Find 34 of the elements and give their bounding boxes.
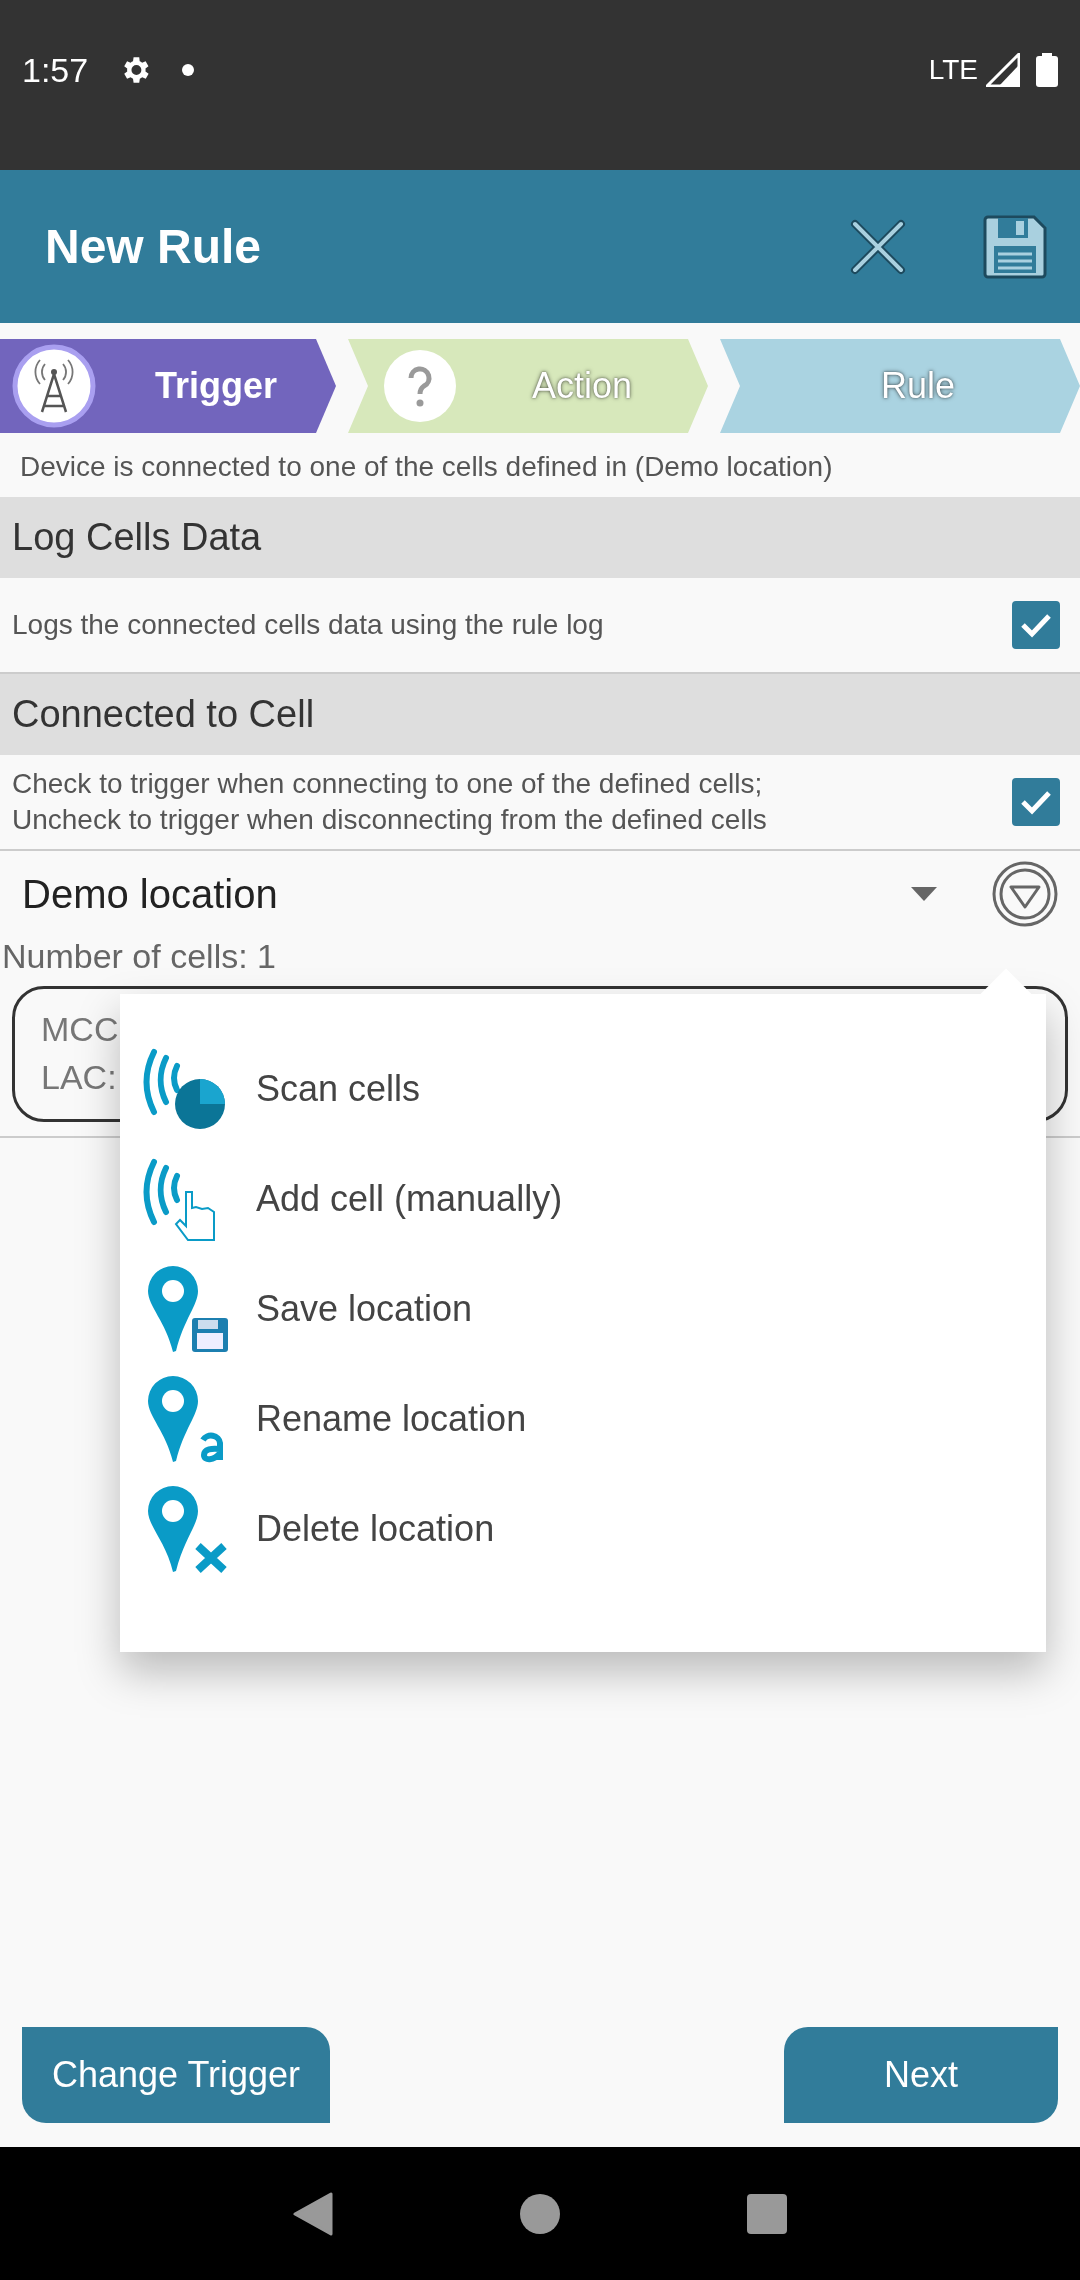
question-icon <box>384 350 456 422</box>
dot-icon <box>182 64 195 76</box>
checkbox[interactable] <box>1012 601 1060 649</box>
battery-icon <box>1036 53 1058 87</box>
save-icon[interactable] <box>982 213 1048 280</box>
home-icon[interactable] <box>520 2193 560 2234</box>
menu-item[interactable]: Delete location <box>120 1474 1046 1584</box>
screen-title: New Rule <box>45 219 263 274</box>
clock: 1:57 <box>22 50 89 90</box>
cell-info: MCC <box>41 1009 119 1051</box>
section-title: Connected to Cell <box>12 693 315 736</box>
cell-info: LAC: <box>41 1057 117 1098</box>
location-dropdown[interactable]: Demo location <box>22 871 937 917</box>
section-title: Log Cells Data <box>12 516 262 559</box>
trigger-description: Device is connected to one of the cells defined in (Demo location) <box>19 450 834 484</box>
dropdown-arrow-icon <box>911 887 937 901</box>
next-button[interactable]: Next <box>784 2027 1058 2123</box>
close-icon[interactable] <box>849 217 907 276</box>
menu-item[interactable]: Scan cells <box>120 1034 1046 1144</box>
change-trigger-button[interactable]: Change Trigger <box>22 2027 330 2123</box>
antenna-tower-icon <box>12 344 96 428</box>
checkbox[interactable] <box>1012 778 1060 826</box>
cell-count: Number of cells: 1 <box>1 937 277 976</box>
menu-item[interactable]: Add cell (manually) <box>120 1144 1046 1254</box>
option-description: Check to trigger when connecting to one of the defined cells; Uncheck to trigger when disconnecting from the defined cells <box>12 766 768 837</box>
recents-icon[interactable] <box>746 2193 787 2234</box>
network-type: LTE <box>928 54 978 86</box>
step-tab[interactable]: Trigger <box>0 339 336 433</box>
menu-item[interactable]: Rename location <box>120 1364 1046 1474</box>
option-description: Logs the connected cells data using the rule log <box>12 607 605 642</box>
menu-item[interactable]: Save location <box>120 1254 1046 1364</box>
menu-button[interactable] <box>992 861 1058 927</box>
signal-icon <box>986 53 1020 87</box>
back-icon[interactable] <box>293 2191 334 2236</box>
